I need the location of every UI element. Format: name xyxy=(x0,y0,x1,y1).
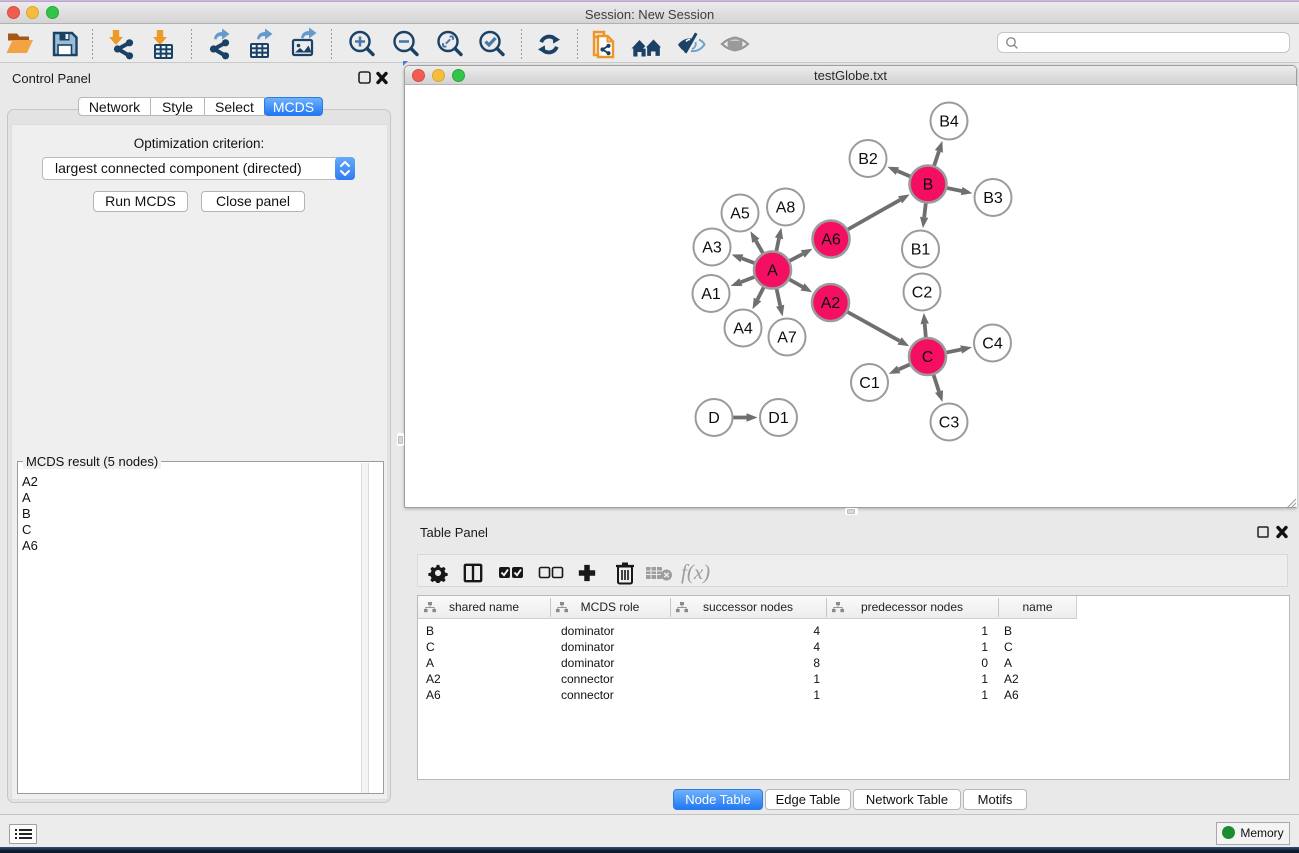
svg-text:C3: C3 xyxy=(939,415,960,432)
svg-text:B4: B4 xyxy=(939,114,959,131)
svg-text:C1: C1 xyxy=(859,375,880,392)
svg-text:A: A xyxy=(767,263,778,280)
svg-text:D: D xyxy=(708,410,720,427)
svg-text:A4: A4 xyxy=(733,321,753,338)
svg-text:A5: A5 xyxy=(730,206,750,223)
svg-text:C: C xyxy=(922,349,934,366)
svg-text:B1: B1 xyxy=(911,242,931,259)
svg-text:A6: A6 xyxy=(821,232,841,249)
svg-text:C4: C4 xyxy=(982,336,1003,353)
svg-text:B: B xyxy=(923,177,934,194)
svg-text:A2: A2 xyxy=(821,295,841,312)
svg-text:B3: B3 xyxy=(983,190,1003,207)
svg-text:B2: B2 xyxy=(858,151,878,168)
svg-text:A8: A8 xyxy=(776,200,796,217)
svg-text:A1: A1 xyxy=(701,286,721,303)
svg-text:A7: A7 xyxy=(777,330,797,347)
svg-text:C2: C2 xyxy=(912,285,933,302)
svg-text:A3: A3 xyxy=(702,240,722,257)
svg-text:D1: D1 xyxy=(768,410,789,427)
